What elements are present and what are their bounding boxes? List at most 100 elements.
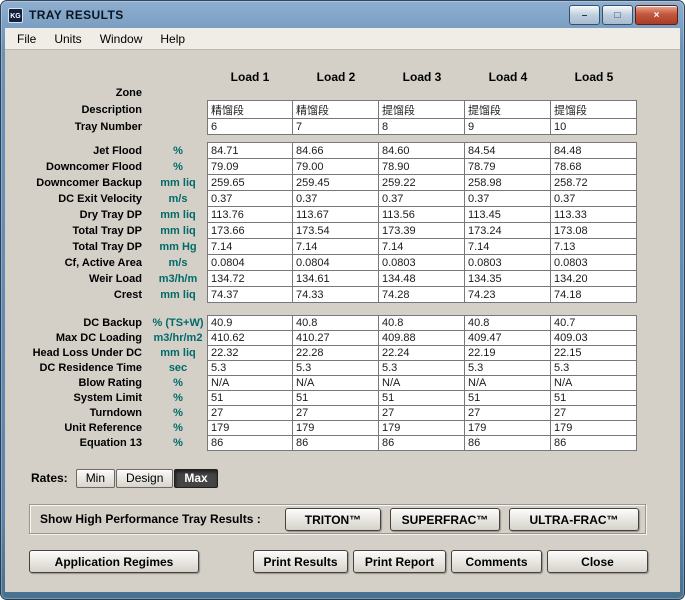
value-cell: 51: [207, 390, 293, 406]
menu-units[interactable]: Units: [45, 30, 90, 48]
print-results-button[interactable]: Print Results: [253, 550, 348, 573]
value-cell: 7.14: [465, 238, 551, 255]
value-cell: 134.35: [465, 270, 551, 287]
value-cell: 74.23: [465, 286, 551, 303]
value-cell: 113.67: [293, 206, 379, 223]
value-cell: 51: [293, 390, 379, 406]
column-header-load5: Load 5: [574, 70, 614, 84]
close-icon[interactable]: ×: [635, 5, 678, 25]
menu-help[interactable]: Help: [151, 30, 194, 48]
value-cell: 0.0804: [207, 254, 293, 271]
window-body: File Units Window Help Load 1 Load 2 Loa…: [5, 28, 680, 592]
row-label: Cf, Active Area: [64, 256, 142, 269]
superfrac-button[interactable]: SUPERFRAC™: [390, 508, 500, 531]
value-cell: 134.48: [379, 270, 465, 287]
value-cell: 179: [207, 420, 293, 436]
row-label: DC Residence Time: [39, 362, 142, 374]
comments-button[interactable]: Comments: [451, 550, 542, 573]
window-controls: – □ ×: [569, 5, 678, 25]
value-cell: 51: [379, 390, 465, 406]
rates-label: Rates:: [31, 471, 68, 485]
value-cell: 86: [465, 435, 551, 451]
ultra-frac-button[interactable]: ULTRA-FRAC™: [509, 508, 639, 531]
table-row: DC Exit Velocity m/s 0.37 0.37 0.37 0.37 0.37: [7, 190, 639, 207]
rates-min-button[interactable]: Min: [75, 468, 116, 488]
table-row: Head Loss Under DC mm liq 22.32 22.28 22.24 2…: [7, 345, 639, 361]
zone-row: Zone: [7, 86, 639, 100]
value-cell: 0.37: [207, 190, 293, 207]
value-cell: 84.48: [551, 142, 637, 159]
value-cell: 5.3: [465, 360, 551, 376]
close-button[interactable]: Close: [547, 550, 648, 573]
value-cell: 258.72: [551, 174, 637, 191]
row-unit: m/s: [168, 256, 188, 269]
rates-design-button[interactable]: Design: [116, 468, 174, 488]
table-row: Downcomer Flood% 79.09 79.00 78.90 78.79 78.6…: [7, 158, 639, 175]
value-cell: 22.24: [379, 345, 465, 361]
row-unit: sec: [168, 362, 188, 374]
value-cell: 0.0803: [551, 254, 637, 271]
row-unit: %: [173, 377, 183, 389]
menu-window[interactable]: Window: [91, 30, 152, 48]
menu-file[interactable]: File: [8, 30, 45, 48]
value-cell: 134.72: [207, 270, 293, 287]
table-row: Equation 13% 86 86 86 86 86: [7, 435, 639, 451]
minimize-button[interactable]: –: [569, 5, 600, 25]
value-cell: N/A: [207, 375, 293, 391]
row-label: Zone: [115, 87, 142, 99]
table-row: DC Residence Time sec 5.3 5.3 5.3 5.3 5.3: [7, 360, 639, 376]
value-cell: 5.3: [379, 360, 465, 376]
high-performance-buttons: TRITON™ SUPERFRAC™ ULTRA-FRAC™: [285, 508, 639, 531]
value-cell: 179: [379, 420, 465, 436]
column-header-load4: Load 4: [488, 70, 528, 84]
high-performance-group: Show High Performance Tray Results : TRI…: [29, 504, 646, 534]
value-cell: 78.68: [551, 158, 637, 175]
value-cell: 27: [293, 405, 379, 421]
value-cell: 179: [551, 420, 637, 436]
row-label: Jet Flood: [93, 144, 142, 157]
value-cell: 40.8: [293, 315, 379, 331]
column-headers: Load 1 Load 2 Load 3 Load 4 Load 5: [7, 70, 639, 84]
row-label: Max DC Loading: [55, 332, 142, 344]
value-cell: 78.79: [465, 158, 551, 175]
value-cell: 409.47: [465, 330, 551, 346]
value-cell: 258.98: [465, 174, 551, 191]
row-unit: m3/hr/m2: [153, 332, 203, 344]
row-label: Description: [81, 103, 142, 116]
table-row: Max DC Loading m3/hr/m2 410.62 410.27 409.88…: [7, 330, 639, 346]
rates-max-button[interactable]: Max: [174, 468, 218, 488]
value-cell: 6: [207, 118, 293, 135]
table-row: Total Tray DP mm liq 173.66 173.54 173.39 173…: [7, 222, 639, 239]
value-cell: 提馏段: [379, 100, 465, 119]
row-label: Downcomer Backup: [36, 176, 142, 189]
value-cell: 27: [379, 405, 465, 421]
value-cell: 27: [551, 405, 637, 421]
application-regimes-button[interactable]: Application Regimes: [29, 550, 199, 573]
value-cell: 7.13: [551, 238, 637, 255]
title-bar[interactable]: KG TRAY RESULTS – □ ×: [0, 0, 685, 27]
value-cell: 86: [379, 435, 465, 451]
value-cell: 0.37: [293, 190, 379, 207]
value-cell: 精馏段: [207, 100, 293, 119]
value-cell: 113.33: [551, 206, 637, 223]
row-unit: mm liq: [160, 347, 196, 359]
value-cell: 173.66: [207, 222, 293, 239]
print-report-button[interactable]: Print Report: [353, 550, 446, 573]
row-label: Blow Rating: [78, 377, 142, 389]
value-cell: 74.18: [551, 286, 637, 303]
value-cell: 113.76: [207, 206, 293, 223]
value-cell: 40.9: [207, 315, 293, 331]
value-cell: N/A: [293, 375, 379, 391]
row-label: Downcomer Flood: [46, 160, 142, 173]
row-label: DC Backup: [83, 317, 142, 329]
triton-button[interactable]: TRITON™: [285, 508, 381, 531]
maximize-button[interactable]: □: [602, 5, 633, 25]
value-cell: 74.33: [293, 286, 379, 303]
tray-results-window: KG TRAY RESULTS – □ × File Units Window …: [0, 0, 685, 600]
value-cell: 173.24: [465, 222, 551, 239]
value-cell: 0.0803: [379, 254, 465, 271]
table-row: Weir Load m3/h/m 134.72 134.61 134.48 134.35 1…: [7, 270, 639, 287]
value-cell: 51: [465, 390, 551, 406]
value-cell: 173.08: [551, 222, 637, 239]
results-table: Load 1 Load 2 Load 3 Load 4 Load 5 Zone …: [7, 70, 639, 451]
